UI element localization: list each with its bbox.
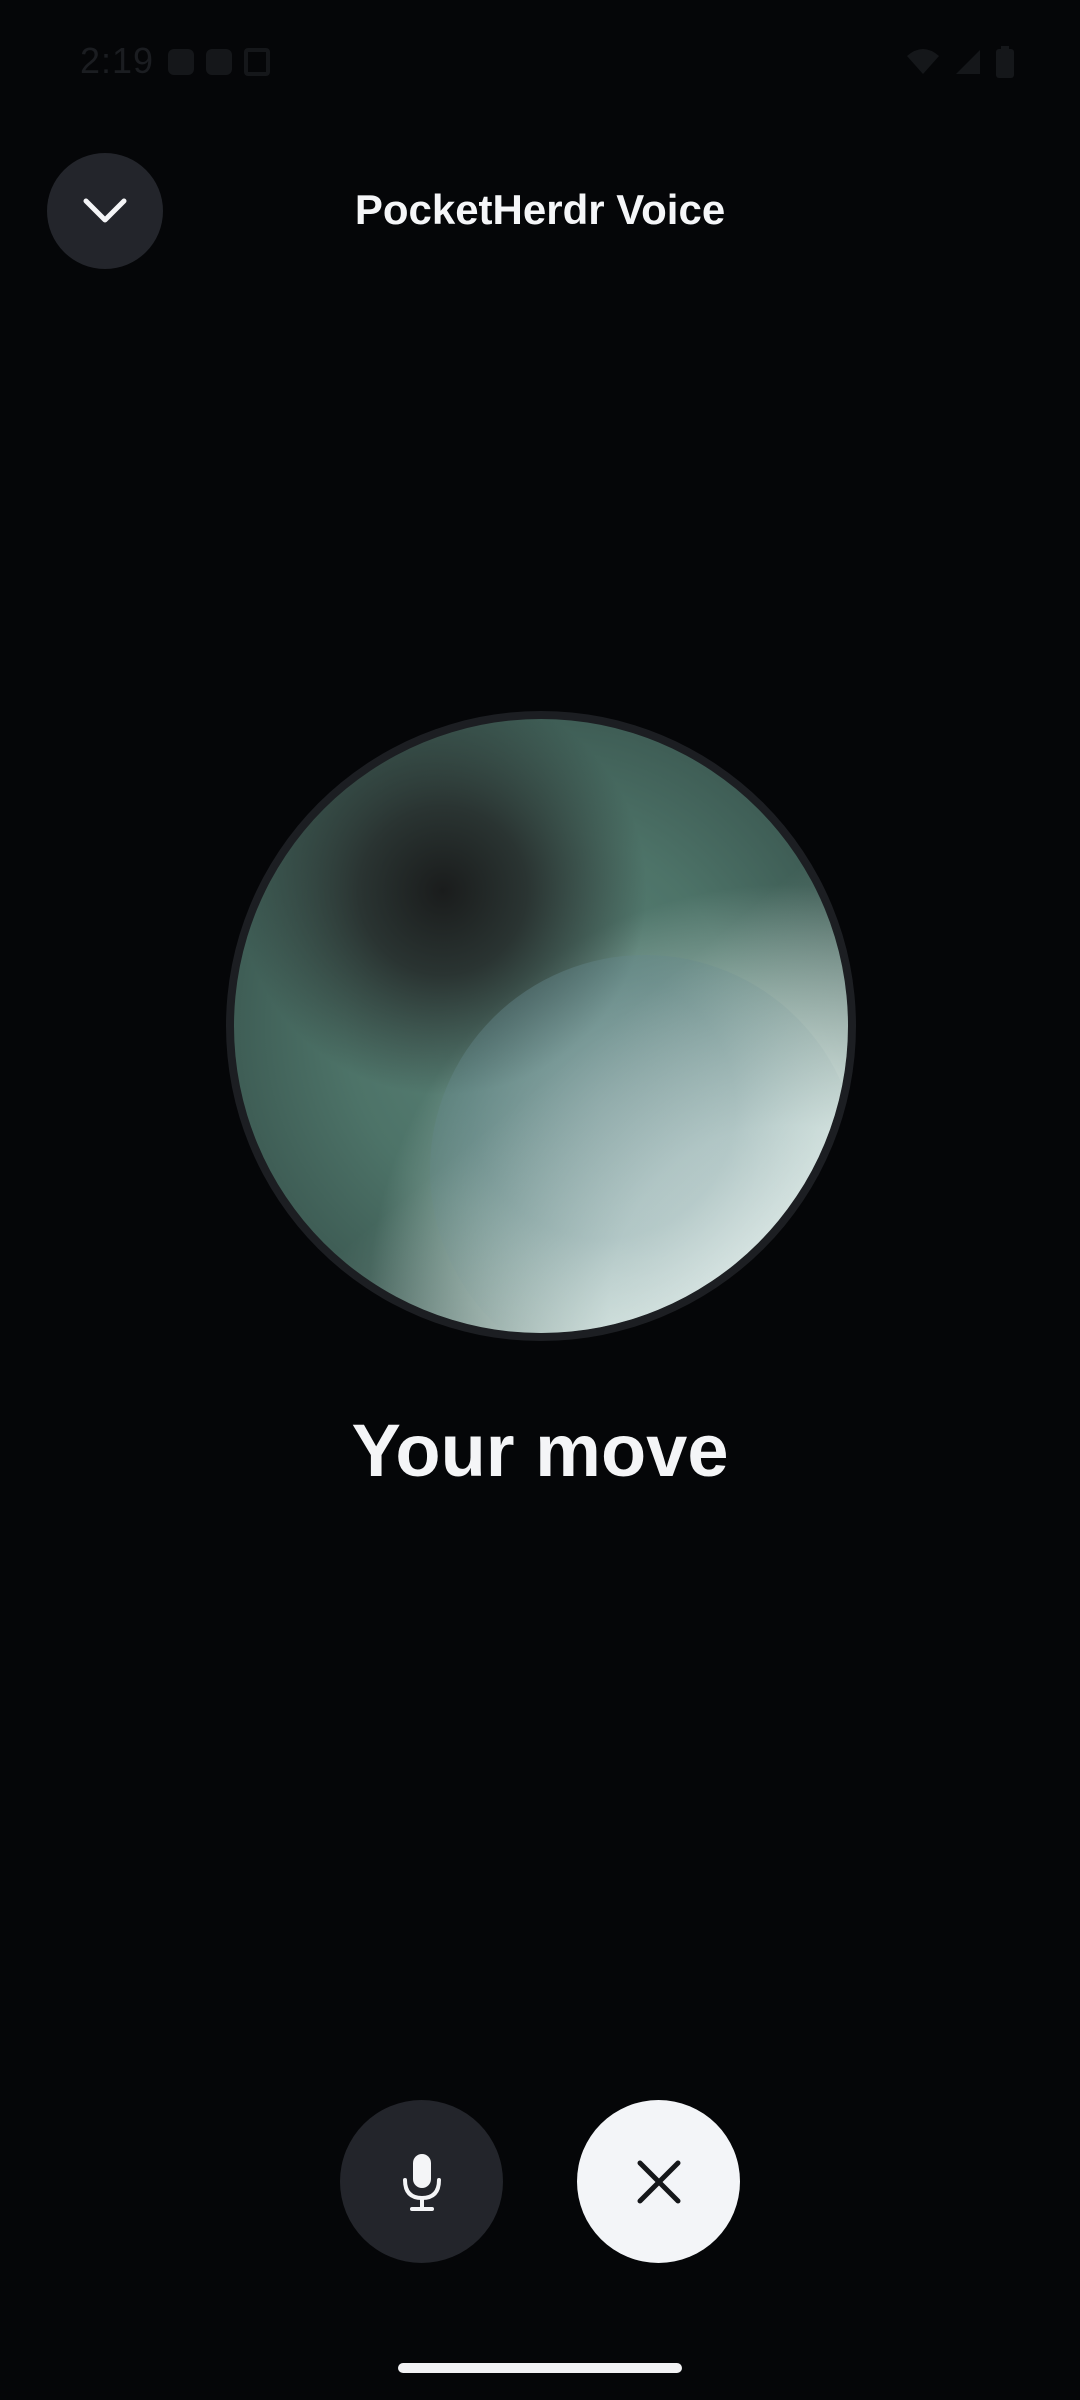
- status-time: 2:19: [80, 40, 155, 81]
- page-title: PocketHerdr Voice: [354, 186, 726, 233]
- voice-orb-shine: [234, 719, 848, 1333]
- microphone-button[interactable]: [340, 2100, 503, 2263]
- home-indicator[interactable]: [398, 2363, 682, 2373]
- screenshot-icon: [244, 48, 270, 76]
- notification-icon: [168, 49, 194, 75]
- voice-screen: 2:19 PocketHerdr Voice Your move: [0, 0, 1080, 2400]
- signal-icon: [956, 50, 980, 74]
- voice-orb: [226, 711, 856, 1341]
- battery-icon: [996, 46, 1014, 78]
- voice-status-text: Your move: [351, 1409, 729, 1492]
- end-session-button[interactable]: [577, 2100, 740, 2263]
- wifi-icon: [907, 49, 939, 74]
- microphone-icon: [402, 2153, 441, 2211]
- chevron-down-icon: [83, 198, 127, 223]
- notification-icons: [168, 44, 288, 80]
- close-icon: [637, 2160, 680, 2203]
- notification-icon: [206, 49, 232, 75]
- status-bar: 2:19: [0, 0, 1080, 120]
- voice-orb-sphere: [234, 719, 848, 1333]
- status-icons: [906, 46, 1014, 78]
- collapse-button[interactable]: [47, 153, 163, 269]
